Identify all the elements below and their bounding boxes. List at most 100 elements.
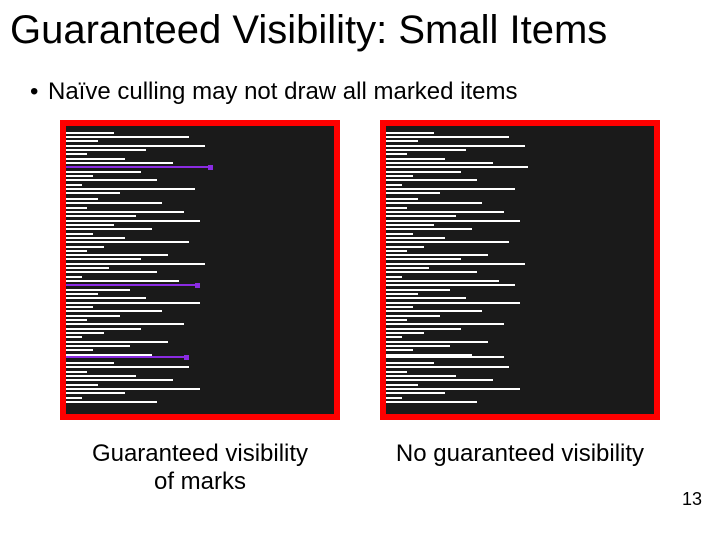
item-bar (66, 276, 82, 278)
item-bar (386, 132, 434, 134)
item-bar (66, 310, 162, 312)
item-bar (66, 254, 168, 256)
item-bar (66, 211, 184, 213)
item-bar (66, 319, 87, 321)
item-bar (386, 297, 466, 299)
item-bar (66, 246, 104, 248)
slide-title: Guaranteed Visibility: Small Items (10, 8, 710, 53)
figure-no-guaranteed (380, 120, 660, 420)
item-bar (66, 202, 162, 204)
item-bar (386, 289, 450, 291)
item-bar (386, 397, 402, 399)
item-bar (386, 392, 445, 394)
mark-bar (66, 356, 184, 358)
item-bar (386, 158, 445, 160)
item-bar (386, 237, 445, 239)
item-bar (66, 289, 130, 291)
item-bar (66, 375, 136, 377)
item-bar (386, 310, 482, 312)
item-bar (66, 175, 93, 177)
item-bar (66, 328, 141, 330)
item-bar (66, 220, 200, 222)
item-bar (66, 371, 87, 373)
item-bar (66, 149, 146, 151)
item-bar (386, 215, 456, 217)
item-bar (386, 345, 450, 347)
bullet-list: • Naïve culling may not draw all marked … (30, 78, 518, 106)
caption-line: No guaranteed visibility (396, 440, 644, 467)
item-bar (386, 228, 472, 230)
item-bar (66, 379, 173, 381)
item-bar (66, 179, 157, 181)
item-bar (66, 188, 195, 190)
item-bar (66, 332, 104, 334)
item-bar (386, 136, 509, 138)
bullet-text: Naïve culling may not draw all marked it… (48, 78, 518, 106)
item-bar (386, 323, 504, 325)
item-bar (386, 258, 461, 260)
item-bar (66, 336, 82, 338)
item-bar (386, 276, 402, 278)
item-bar (66, 388, 200, 390)
item-bar (386, 175, 413, 177)
item-bar (66, 293, 98, 295)
item-bar (66, 345, 130, 347)
item-bar (66, 397, 82, 399)
item-bar (66, 349, 93, 351)
item-bar (66, 341, 168, 343)
item-bar (386, 302, 520, 304)
item-bar (386, 315, 440, 317)
item-bar (386, 179, 477, 181)
item-bar (386, 319, 407, 321)
caption-right: No guaranteed visibility (380, 440, 660, 496)
item-bar (386, 153, 407, 155)
item-bar (66, 192, 120, 194)
item-bar (66, 228, 152, 230)
mark-tick (208, 165, 213, 170)
item-bar (386, 241, 509, 243)
item-bar (386, 202, 482, 204)
item-bar (386, 332, 424, 334)
item-bar (386, 171, 461, 173)
item-bar (386, 354, 472, 356)
item-bar (66, 162, 173, 164)
item-bar (386, 188, 515, 190)
item-bar (386, 379, 493, 381)
item-bar (386, 145, 525, 147)
item-bar (386, 366, 509, 368)
item-bar (66, 267, 109, 269)
item-bar (386, 162, 493, 164)
item-bar (66, 140, 98, 142)
item-bar (66, 145, 205, 147)
item-bar (66, 184, 82, 186)
item-bar (386, 328, 461, 330)
item-bar (66, 297, 146, 299)
item-bar (386, 198, 418, 200)
item-bar (66, 241, 189, 243)
item-bar (66, 250, 87, 252)
item-bar (66, 136, 189, 138)
item-bar (386, 362, 434, 364)
item-bar (386, 280, 499, 282)
mark-tick (184, 355, 189, 360)
item-bar (66, 315, 120, 317)
item-bar (386, 233, 413, 235)
item-bar (386, 207, 407, 209)
item-bar (386, 220, 520, 222)
item-bar (66, 362, 114, 364)
item-bar (66, 224, 114, 226)
item-bar (66, 366, 189, 368)
item-bar (386, 371, 407, 373)
page-number: 13 (682, 489, 702, 510)
item-bar (66, 132, 114, 134)
figure-guaranteed (60, 120, 340, 420)
item-bar (66, 215, 136, 217)
item-bar (386, 336, 402, 338)
item-bar (386, 250, 407, 252)
item-bar (386, 306, 413, 308)
item-bar (66, 384, 98, 386)
item-bar (66, 233, 93, 235)
item-bar (386, 271, 477, 273)
figures-row (60, 120, 660, 420)
item-bar (66, 392, 125, 394)
